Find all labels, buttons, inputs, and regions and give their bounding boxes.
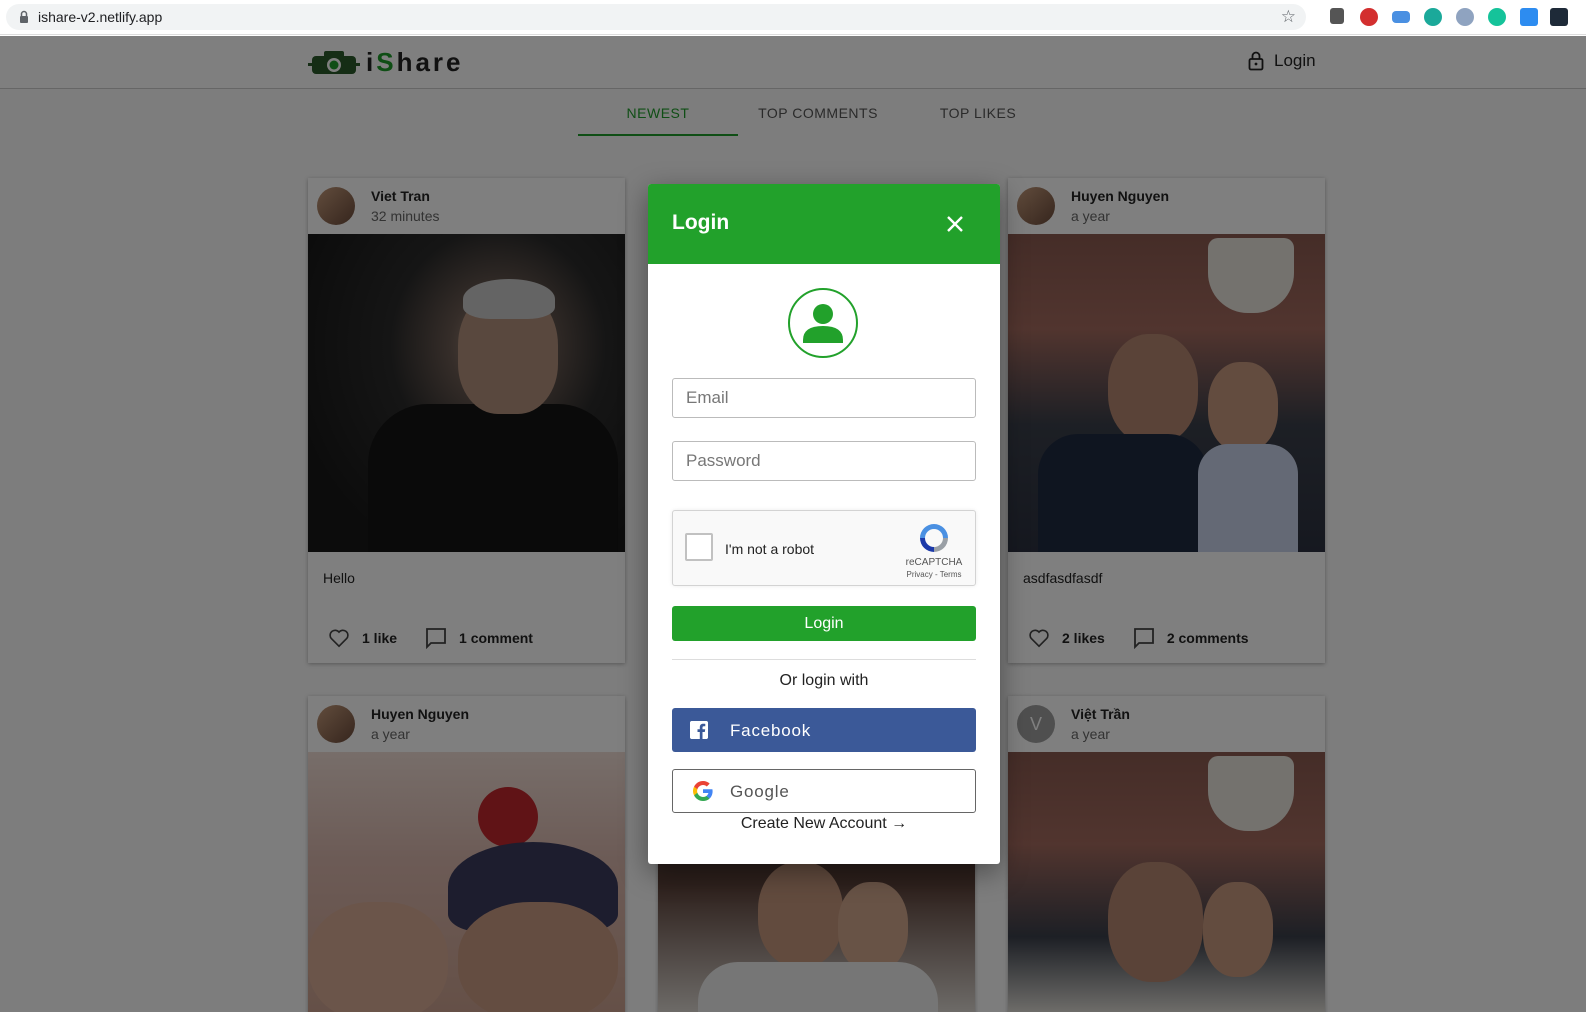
url-text: ishare-v2.netlify.app — [38, 9, 163, 25]
recaptcha-checkbox[interactable] — [685, 533, 713, 561]
user-avatar-placeholder — [788, 288, 858, 358]
google-label: Google — [730, 782, 790, 801]
login-submit-button[interactable]: Login — [672, 606, 976, 641]
modal-title: Login — [672, 211, 730, 234]
extension-icon[interactable] — [1392, 11, 1410, 23]
lock-icon — [20, 10, 28, 23]
facebook-login-button[interactable]: Facebook — [672, 708, 976, 752]
recaptcha-widget: I'm not a robot reCAPTCHA Privacy - Term… — [672, 510, 976, 586]
close-icon[interactable] — [944, 213, 966, 235]
google-login-button[interactable]: Google — [672, 769, 976, 813]
extension-icon[interactable] — [1330, 8, 1344, 24]
create-account-link[interactable]: Create New Account → — [672, 815, 976, 833]
facebook-icon — [690, 721, 708, 739]
recaptcha-brand: reCAPTCHA — [905, 557, 963, 568]
email-input[interactable] — [672, 378, 976, 418]
address-bar[interactable]: ishare-v2.netlify.app ☆ — [6, 4, 1306, 30]
extension-icon[interactable] — [1456, 8, 1474, 26]
divider — [672, 659, 976, 660]
extension-icon[interactable] — [1424, 8, 1442, 26]
facebook-label: Facebook — [730, 721, 812, 740]
extension-icon[interactable] — [1360, 8, 1378, 26]
user-icon — [803, 304, 843, 343]
modal-header: Login — [648, 184, 1000, 264]
extension-icon[interactable] — [1550, 8, 1568, 26]
recaptcha-icon — [920, 524, 948, 552]
recaptcha-label: I'm not a robot — [725, 541, 815, 557]
google-icon — [693, 781, 713, 801]
star-icon[interactable]: ☆ — [1281, 7, 1296, 27]
recaptcha-links[interactable]: Privacy - Terms — [901, 570, 967, 579]
browser-toolbar: ishare-v2.netlify.app ☆ — [0, 0, 1586, 35]
extension-icon[interactable] — [1520, 8, 1538, 26]
password-input[interactable] — [672, 441, 976, 481]
or-login-with-text: Or login with — [779, 672, 869, 689]
extension-icon[interactable] — [1488, 8, 1506, 26]
login-modal: Login I'm not a robot reCAPTCHA Privacy … — [648, 184, 1000, 864]
